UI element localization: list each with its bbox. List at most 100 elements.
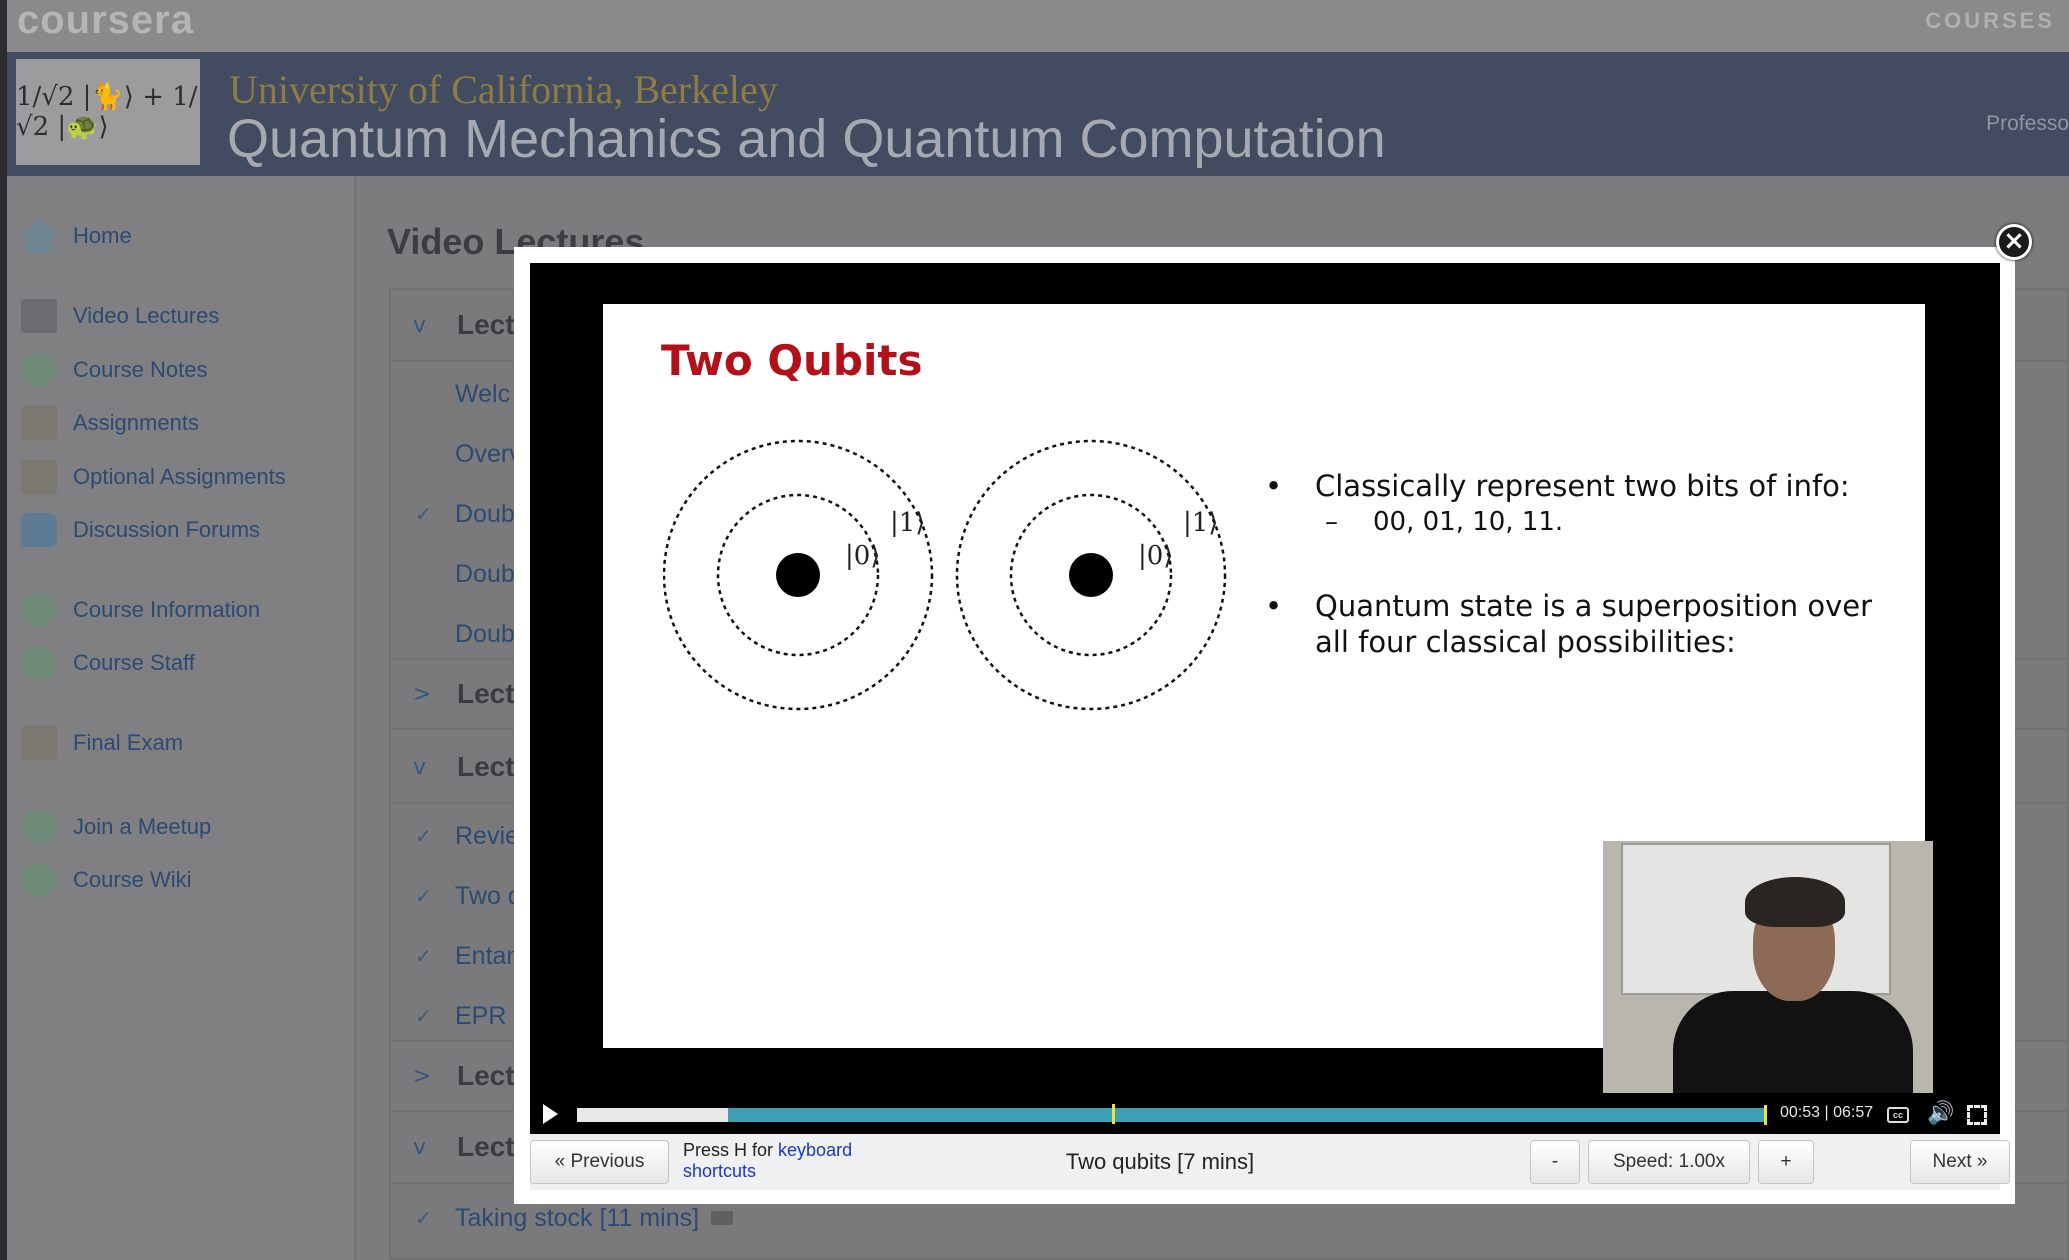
- lecture-link[interactable]: EPR: [455, 1002, 506, 1031]
- sidebar-item-course-notes[interactable]: Course Notes: [21, 350, 208, 390]
- lecture-link[interactable]: Doub: [455, 560, 515, 589]
- volume-icon[interactable]: 🔊: [1927, 1103, 1954, 1125]
- video-player[interactable]: Two Qubits |0⟩ |1⟩ |0⟩ |1⟩ • Classically…: [530, 263, 2000, 1134]
- bullet-marker: •: [1265, 589, 1283, 623]
- sidebar-item-label: Course Information: [73, 597, 261, 622]
- sidebar-item-discussion-forums[interactable]: Discussion Forums: [21, 510, 260, 550]
- lecture-item[interactable]: Doub: [391, 552, 515, 596]
- course-title: Quantum Mechanics and Quantum Computatio…: [227, 109, 1386, 169]
- sidebar-item-label: Course Staff: [73, 650, 195, 675]
- hint-text: Press H for: [683, 1140, 779, 1160]
- progress-bar[interactable]: [577, 1104, 1767, 1125]
- lecture-link[interactable]: Entan: [455, 942, 520, 971]
- camera-icon: [711, 1211, 734, 1225]
- sub-bullet-marker: –: [1325, 507, 1338, 537]
- progress-end-marker: [1764, 1105, 1767, 1125]
- player-bottom-bar: « Previous Press H for keyboard shortcuts…: [530, 1134, 2010, 1190]
- keyboard-shortcuts-link[interactable]: keyboard: [778, 1140, 852, 1160]
- check-icon: ✓: [415, 502, 432, 526]
- sidebar-item-label: Home: [73, 223, 132, 248]
- lecture-link[interactable]: Taking stock [11 mins]: [455, 1204, 699, 1233]
- sidebar-item-label: Join a Meetup: [73, 814, 212, 839]
- sidebar-item-label: Optional Assignments: [73, 464, 286, 489]
- captions-icon[interactable]: cc: [1887, 1107, 1909, 1123]
- play-icon[interactable]: [543, 1104, 558, 1124]
- sidebar-item-assignments[interactable]: Assignments: [21, 403, 199, 443]
- sub-bullet-text: 00, 01, 10, 11.: [1373, 507, 1564, 537]
- lecture-link[interactable]: Doub: [455, 500, 515, 529]
- progress-marker[interactable]: [1112, 1104, 1115, 1124]
- ket-0-label: |0⟩: [845, 541, 880, 571]
- qubit-left: |0⟩ |1⟩: [663, 439, 934, 711]
- globe-icon: [21, 646, 57, 680]
- ket-1-label: |1⟩: [1183, 508, 1218, 538]
- assignment-icon: [21, 406, 57, 440]
- keyboard-shortcuts-link[interactable]: shortcuts: [683, 1161, 756, 1181]
- assignment-icon: [21, 460, 57, 494]
- sub-bullet-item: – 00, 01, 10, 11.: [1265, 504, 1905, 540]
- globe-icon: [21, 810, 57, 844]
- lecture-item[interactable]: ✓ Revie: [391, 814, 519, 858]
- keyboard-hint: Press H for keyboard shortcuts: [683, 1140, 893, 1182]
- lecture-item[interactable]: Doub: [391, 612, 515, 656]
- fullscreen-icon[interactable]: [1967, 1105, 1987, 1125]
- qubit-right: |0⟩ |1⟩: [955, 439, 1227, 711]
- speed-display-button[interactable]: Speed: 1.00x: [1588, 1140, 1750, 1184]
- sidebar-item-course-staff[interactable]: Course Staff: [21, 643, 195, 683]
- speed-up-button[interactable]: +: [1758, 1140, 1814, 1184]
- check-icon: ✓: [415, 944, 432, 968]
- lecture-link[interactable]: Two q: [455, 882, 522, 911]
- video-title: Two qubits [7 mins]: [1065, 1149, 1255, 1174]
- lecture-item[interactable]: Welc: [391, 372, 510, 416]
- lecturer-hair: [1745, 877, 1845, 927]
- courses-link[interactable]: COURSES: [1925, 8, 2055, 34]
- globe-icon: [21, 593, 57, 627]
- ket-0-label: |0⟩: [1138, 541, 1173, 571]
- lecture-link[interactable]: Welc: [455, 380, 510, 409]
- bullet-item: • Classically represent two bits of info…: [1265, 468, 1905, 504]
- sidebar-item-label: Course Wiki: [73, 867, 192, 892]
- sidebar-item-join-a-meetup[interactable]: Join a Meetup: [21, 807, 211, 847]
- previous-button[interactable]: « Previous: [530, 1140, 669, 1184]
- sidebar-item-optional-assignments[interactable]: Optional Assignments: [21, 457, 286, 497]
- lecturer-body: [1673, 991, 1913, 1093]
- sidebar-item-course-information[interactable]: Course Information: [21, 590, 260, 630]
- sidebar-item-label: Final Exam: [73, 730, 184, 755]
- sidebar-item-label: Video Lectures: [73, 303, 220, 328]
- close-icon[interactable]: ×: [1996, 224, 2032, 260]
- lecture-link[interactable]: Doub: [455, 620, 515, 649]
- sidebar-item-home[interactable]: Home: [21, 216, 132, 256]
- course-banner: 1/√2 |🐈⟩ + 1/√2 |🐢⟩ University of Califo…: [7, 52, 2069, 176]
- next-button[interactable]: Next »: [1910, 1140, 2010, 1184]
- lecturer-video: [1603, 841, 1933, 1093]
- university-name: University of California, Berkeley: [229, 67, 778, 112]
- slide-title: Two Qubits: [661, 336, 923, 385]
- lecture-item[interactable]: Overv: [391, 432, 522, 476]
- lecture-link[interactable]: Revie: [455, 822, 519, 851]
- home-icon: [21, 219, 57, 253]
- bullet-text: Quantum state is a superposition over al…: [1315, 589, 1873, 659]
- globe-icon: [21, 353, 57, 387]
- coursera-logo[interactable]: coursera: [17, 0, 194, 40]
- sidebar-item-label: Course Notes: [73, 357, 208, 382]
- sidebar-item-course-wiki[interactable]: Course Wiki: [21, 860, 192, 900]
- bullet-marker: •: [1265, 469, 1283, 503]
- forum-icon: [21, 513, 57, 547]
- lecture-item[interactable]: ✓ Entan: [391, 934, 520, 978]
- chevron-right-icon: >: [413, 1063, 432, 1089]
- lecture-item[interactable]: ✓ Two q: [391, 874, 522, 918]
- video-icon: [21, 299, 57, 333]
- ket-1-label: |1⟩: [890, 508, 925, 538]
- check-icon: ✓: [415, 884, 432, 908]
- speed-down-button[interactable]: -: [1530, 1140, 1580, 1184]
- lecture-item[interactable]: ✓ Doub: [391, 492, 515, 536]
- lecture-link[interactable]: Overv: [455, 440, 522, 469]
- top-bar: coursera COURSES: [7, 0, 2069, 52]
- sidebar-item-video-lectures[interactable]: Video Lectures: [21, 296, 219, 336]
- sidebar-item-final-exam[interactable]: Final Exam: [21, 723, 183, 763]
- video-modal: Two Qubits |0⟩ |1⟩ |0⟩ |1⟩ • Classically…: [514, 247, 2015, 1204]
- assignment-icon: [21, 726, 57, 760]
- lecture-item[interactable]: ✓ EPR: [391, 994, 506, 1038]
- player-controls: 00:53 | 06:57 cc 🔊: [530, 1094, 2000, 1134]
- professor-label: Professo: [1986, 112, 2069, 135]
